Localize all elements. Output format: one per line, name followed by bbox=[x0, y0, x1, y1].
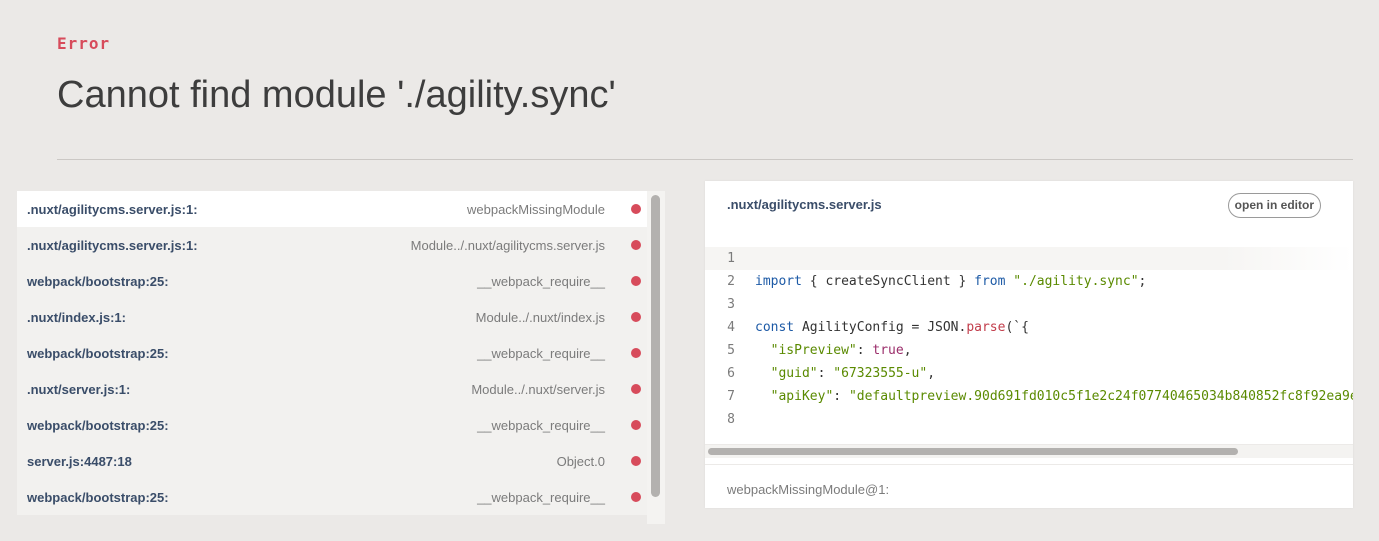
frame-status-dot-icon bbox=[631, 384, 641, 394]
code-line: 6 "guid": "67323555-u", bbox=[705, 362, 1353, 385]
code-line: 4 const AgilityConfig = JSON.parse(`{ bbox=[705, 316, 1353, 339]
stack-frame-row[interactable]: webpack/bootstrap:25: __webpack_require__ bbox=[17, 335, 665, 371]
code-token: : bbox=[856, 343, 873, 358]
frames-scrollbar[interactable] bbox=[647, 191, 665, 524]
code-horizontal-scrollbar[interactable] bbox=[705, 444, 1353, 458]
line-number: 4 bbox=[727, 320, 735, 335]
frame-file: .nuxt/server.js:1: bbox=[27, 381, 131, 397]
frame-function: __webpack_require__ bbox=[477, 489, 605, 505]
stack-frame-row[interactable]: server.js:4487:18 Object.0 bbox=[17, 443, 665, 479]
frame-function: __webpack_require__ bbox=[477, 345, 605, 361]
code-token: { createSyncClient } bbox=[801, 274, 975, 289]
frame-function: webpackMissingModule bbox=[466, 201, 605, 217]
frame-status-dot-icon bbox=[631, 348, 641, 358]
code-token: true bbox=[872, 343, 904, 358]
code-token: "67323555-u" bbox=[833, 366, 928, 381]
frame-status-dot-icon bbox=[631, 312, 641, 322]
frame-file: webpack/bootstrap:25: bbox=[27, 417, 169, 433]
frame-status-dot-icon bbox=[631, 420, 641, 430]
line-number: 7 bbox=[727, 389, 735, 404]
code-line: 1 bbox=[705, 247, 1353, 270]
frame-status-dot-icon bbox=[631, 492, 641, 502]
frame-file: .nuxt/agilitycms.server.js:1: bbox=[27, 237, 198, 253]
code-token: "apiKey" bbox=[770, 389, 834, 404]
frame-function: __webpack_require__ bbox=[477, 417, 605, 433]
code-token: , bbox=[903, 343, 912, 358]
stack-frame-list: .nuxt/agilitycms.server.js:1: webpackMiss… bbox=[17, 191, 665, 524]
stack-frame-row[interactable]: webpack/bootstrap:25: __webpack_require__ bbox=[17, 407, 665, 443]
code-token: (`{ bbox=[1005, 320, 1029, 335]
line-number: 3 bbox=[727, 297, 735, 312]
code-line: 2 import { createSyncClient } from "./agi… bbox=[705, 270, 1353, 293]
frame-status-dot-icon bbox=[631, 204, 641, 214]
frame-file: .nuxt/agilitycms.server.js:1: bbox=[27, 201, 198, 217]
frame-file: webpack/bootstrap:25: bbox=[27, 489, 169, 505]
stack-frame-row[interactable]: webpack/bootstrap:25: __webpack_require__ bbox=[17, 479, 665, 515]
code-token: : bbox=[817, 366, 834, 381]
stack-frame-row[interactable]: .nuxt/agilitycms.server.js:1: Module../.n… bbox=[17, 227, 665, 263]
stack-frame-row[interactable]: .nuxt/agilitycms.server.js:1: webpackMiss… bbox=[17, 191, 665, 227]
code-panel-footer: webpackMissingModule@1: bbox=[705, 464, 1353, 508]
code-line: 3 bbox=[705, 293, 1353, 316]
stack-frame-row[interactable]: webpack/bootstrap:25: __webpack_require__ bbox=[17, 263, 665, 299]
open-in-editor-button[interactable]: open in editor bbox=[1227, 193, 1321, 218]
frame-function: __webpack_require__ bbox=[477, 273, 605, 289]
error-message: Cannot find module './agility.sync' bbox=[57, 74, 616, 116]
frame-status-dot-icon bbox=[631, 276, 641, 286]
code-token: from bbox=[974, 274, 1006, 289]
frame-function: Object.0 bbox=[556, 453, 605, 469]
code-token: "defaultpreview.90d691fd010c5f1e2c24f077… bbox=[848, 389, 1353, 404]
code-token: "./agility.sync" bbox=[1013, 274, 1139, 289]
stack-frame-row[interactable]: .nuxt/server.js:1: Module../.nuxt/server.… bbox=[17, 371, 665, 407]
code-token: "guid" bbox=[770, 366, 818, 381]
code-line: 5 "isPreview": true, bbox=[705, 339, 1353, 362]
code-panel: .nuxt/agilitycms.server.js open in edito… bbox=[705, 181, 1353, 508]
frame-status-dot-icon bbox=[631, 240, 641, 250]
code-scrollbar-thumb[interactable] bbox=[708, 448, 1238, 455]
line-number: 5 bbox=[727, 343, 735, 358]
frame-function: Module../.nuxt/agilitycms.server.js bbox=[410, 237, 605, 253]
divider bbox=[57, 159, 1353, 160]
code-panel-file: .nuxt/agilitycms.server.js bbox=[727, 197, 882, 212]
frame-file: .nuxt/index.js:1: bbox=[27, 309, 126, 325]
line-number: 6 bbox=[727, 366, 735, 381]
code-token: "isPreview" bbox=[770, 343, 857, 358]
line-number: 8 bbox=[727, 412, 735, 427]
frame-file: webpack/bootstrap:25: bbox=[27, 345, 169, 361]
error-label: Error bbox=[57, 34, 111, 53]
frame-function: Module../.nuxt/server.js bbox=[471, 381, 605, 397]
code-line: 8 bbox=[705, 408, 1353, 431]
stack-frame-row[interactable]: .nuxt/index.js:1: Module../.nuxt/index.js bbox=[17, 299, 665, 335]
frame-function: Module../.nuxt/index.js bbox=[475, 309, 605, 325]
frames-scrollbar-thumb[interactable] bbox=[651, 195, 660, 497]
line-number: 1 bbox=[727, 251, 735, 266]
code-token: ; bbox=[1138, 274, 1147, 289]
code-line: 7 "apiKey": "defaultpreview.90d691fd010c… bbox=[705, 385, 1353, 408]
line-number: 2 bbox=[727, 274, 735, 289]
frame-file: webpack/bootstrap:25: bbox=[27, 273, 169, 289]
code-token: , bbox=[927, 366, 936, 381]
error-page: Error Cannot find module './agility.sync… bbox=[0, 0, 1379, 541]
code-token: : bbox=[833, 389, 849, 404]
frame-file: server.js:4487:18 bbox=[27, 453, 132, 469]
code-token: import bbox=[755, 274, 802, 289]
code-panel-header: .nuxt/agilitycms.server.js open in edito… bbox=[705, 181, 1353, 227]
frame-location: webpackMissingModule@1: bbox=[727, 482, 890, 497]
code-token: const bbox=[755, 320, 795, 335]
frame-status-dot-icon bbox=[631, 456, 641, 466]
code-token: AgilityConfig = JSON. bbox=[794, 320, 967, 335]
code-token: parse bbox=[966, 320, 1006, 335]
code-view: 1 2 import { createSyncClient } from "./ag… bbox=[705, 247, 1353, 444]
